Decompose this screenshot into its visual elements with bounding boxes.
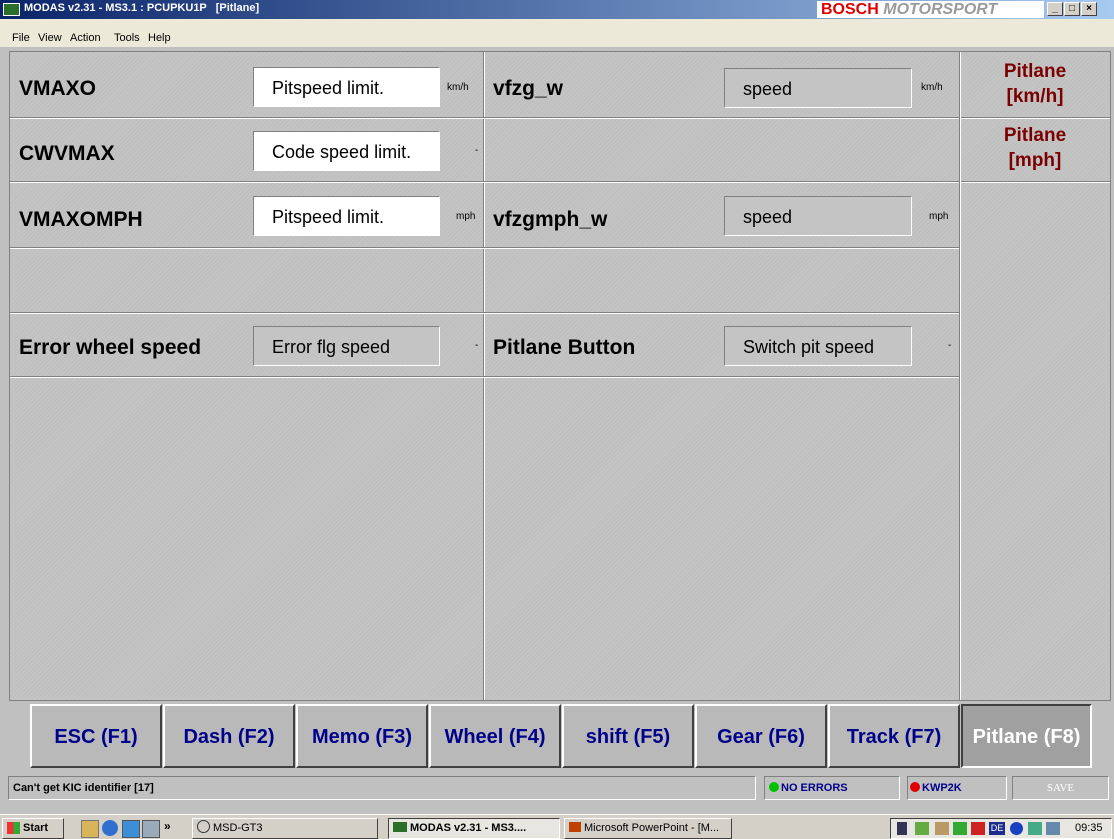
quick-launch-more[interactable]: » [164, 819, 171, 833]
powerpoint-icon [569, 822, 581, 832]
network-icon[interactable] [1028, 822, 1042, 835]
red-dot-icon [910, 782, 920, 792]
modas-icon [393, 822, 407, 832]
menu-tools[interactable]: Tools [114, 32, 140, 44]
pitlane-mph-line1: Pitlane [1003, 125, 1067, 146]
param-field-error-wheel-speed: Error flg speed [253, 326, 440, 366]
green-dot-icon [769, 782, 779, 792]
language-indicator[interactable]: DE [989, 822, 1005, 835]
brand-logo: BOSCH MOTORSPORT [817, 1, 1044, 18]
ati-icon[interactable] [971, 822, 985, 835]
function-key-bar: ESC (F1) Dash (F2) Memo (F3) Wheel (F4) … [30, 704, 1092, 770]
start-button[interactable]: Start [2, 818, 64, 839]
tray-icon[interactable] [897, 822, 907, 835]
param-field-vfzg-w: speed [724, 68, 912, 108]
row-divider [10, 181, 959, 183]
menu-help[interactable]: Help [148, 32, 171, 44]
esc-f1-button[interactable]: ESC (F1) [30, 704, 162, 768]
param-field-pitlane-button: Switch pit speed [724, 326, 912, 366]
row-divider [10, 376, 959, 378]
quick-launch-icon[interactable] [142, 820, 160, 838]
close-button[interactable]: × [1081, 2, 1097, 16]
tray-icon[interactable] [915, 822, 929, 835]
error-status[interactable]: NO ERRORS [764, 776, 900, 800]
row-divider [10, 247, 959, 249]
sidebar-row-divider [961, 181, 1110, 183]
param-label-vfzgmph-w: vfzgmph_w [493, 208, 608, 231]
menu-action[interactable]: Action [70, 32, 101, 44]
system-tray: DE 09:35 [890, 818, 1112, 839]
unit-label: mph [456, 211, 476, 222]
minimize-button[interactable]: _ [1047, 2, 1063, 16]
taskbar-item-label: Microsoft PowerPoint - [M... [584, 822, 720, 834]
param-field-cwvmax[interactable]: Code speed limit. [253, 131, 440, 171]
menu-view[interactable]: View [38, 32, 62, 44]
param-label-cwvmax: CWVMAX [19, 142, 115, 165]
unit-label: mph [929, 211, 949, 222]
error-status-label: NO ERRORS [781, 782, 848, 794]
globe-icon [197, 820, 210, 833]
maximize-button[interactable]: □ [1064, 2, 1080, 16]
param-label-vmaxo: VMAXO [19, 77, 97, 100]
taskbar-item-label: MSD-GT3 [213, 822, 263, 834]
param-label-pitlane-button: Pitlane Button [493, 336, 636, 359]
pitlane-kmh-button[interactable]: Pitlane [km/h] [960, 55, 1110, 116]
unit-label: km/h [447, 82, 469, 93]
app-icon[interactable] [3, 3, 20, 16]
taskbar-item-msd[interactable]: MSD-GT3 [192, 818, 378, 839]
memo-f3-button[interactable]: Memo (F3) [296, 704, 428, 768]
tray-icon[interactable] [1010, 822, 1023, 835]
param-label-error-wheel-speed: Error wheel speed [19, 336, 202, 359]
param-field-vmaxo[interactable]: Pitspeed limit. [253, 67, 440, 107]
unit-label: - [948, 340, 952, 351]
brand-secondary: MOTORSPORT [883, 1, 998, 18]
tray-icon[interactable] [1046, 822, 1060, 835]
pitlane-kmh-line1: Pitlane [1003, 61, 1067, 82]
pitlane-mph-button[interactable]: Pitlane [mph] [960, 119, 1110, 180]
pitlane-mph-line2: [mph] [1008, 150, 1062, 171]
outlook-icon[interactable] [122, 820, 140, 838]
taskbar-item-modas[interactable]: MODAS v2.31 - MS3.... [388, 818, 560, 839]
pitlane-f8-button[interactable]: Pitlane (F8) [961, 704, 1092, 768]
desktop-icon[interactable] [81, 820, 99, 838]
dash-f2-button[interactable]: Dash (F2) [163, 704, 295, 768]
protocol-label: KWP2K [922, 782, 962, 794]
clock: 09:35 [1075, 822, 1103, 834]
save-button[interactable]: SAVE [1012, 776, 1109, 800]
protocol-status[interactable]: KWP2K [907, 776, 1007, 800]
windows-logo-icon [7, 822, 20, 834]
taskbar-item-label: MODAS v2.31 - MS3.... [410, 822, 527, 834]
param-field-vfzgmph-w: speed [724, 196, 912, 236]
tray-icon[interactable] [953, 822, 967, 835]
param-label-vmaxomph: VMAXOMPH [19, 208, 143, 231]
shift-f5-button[interactable]: shift (F5) [562, 704, 694, 768]
gear-f6-button[interactable]: Gear (F6) [695, 704, 827, 768]
row-divider [10, 117, 959, 119]
status-message: Can't get KIC identifier [17] [8, 776, 756, 800]
menu-file[interactable]: File [12, 32, 30, 44]
wheel-f4-button[interactable]: Wheel (F4) [429, 704, 561, 768]
param-label-vfzg-w: vfzg_w [493, 77, 564, 100]
unit-label: - [475, 340, 479, 351]
row-divider [10, 312, 959, 314]
taskbar-item-powerpoint[interactable]: Microsoft PowerPoint - [M... [564, 818, 732, 839]
window-title: MODAS v2.31 - MS3.1 : PCUPKU1P [Pitlane] [24, 2, 260, 14]
brand-primary: BOSCH [821, 1, 879, 18]
unit-label: km/h [921, 82, 943, 93]
pitlane-kmh-line2: [km/h] [1006, 86, 1064, 107]
start-label: Start [23, 822, 49, 834]
internet-explorer-icon[interactable] [102, 820, 118, 836]
status-bar: Can't get KIC identifier [17] NO ERRORS … [0, 772, 1114, 802]
speaker-icon[interactable] [935, 822, 949, 835]
taskbar: Start » MSD-GT3 MODAS v2.31 - MS3.... Mi… [0, 814, 1114, 839]
param-field-vmaxomph[interactable]: Pitspeed limit. [253, 196, 440, 236]
track-f7-button[interactable]: Track (F7) [828, 704, 960, 768]
unit-label: - [475, 145, 479, 156]
menu-bar: File View Action Tools Help [0, 19, 1114, 47]
